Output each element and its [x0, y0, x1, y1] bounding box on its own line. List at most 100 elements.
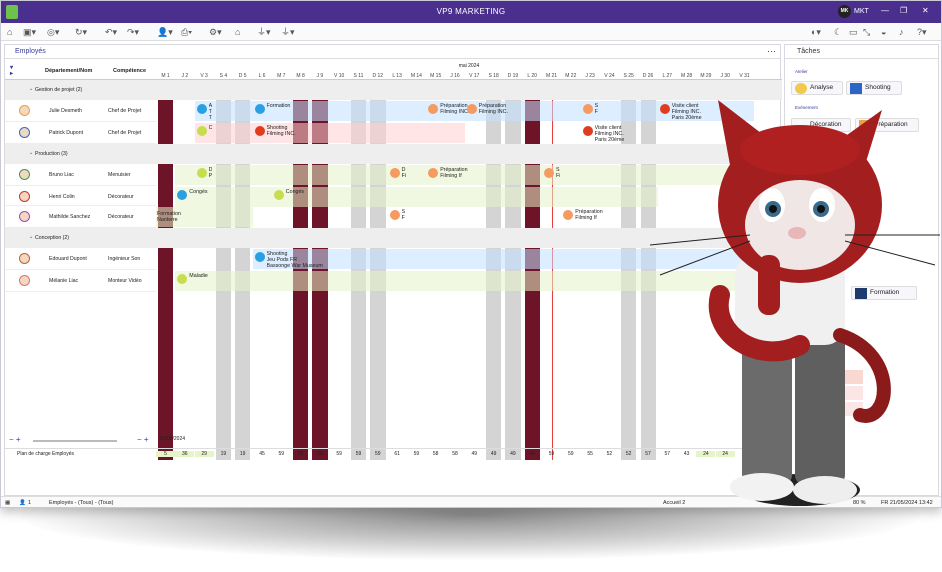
- charge-value: 58: [432, 451, 439, 457]
- filter2-icon[interactable]: ⏚▾: [281, 26, 295, 38]
- shrink-icon[interactable]: ⤡: [863, 26, 870, 38]
- print-icon[interactable]: ⎙▾: [181, 26, 192, 38]
- day-label: V 10: [334, 73, 345, 79]
- day-label: D 26: [642, 73, 654, 79]
- event-label[interactable]: Formation: [267, 103, 291, 109]
- dept-header[interactable]: Département/Nom: [45, 68, 92, 74]
- chart-icon[interactable]: ▦: [5, 497, 10, 507]
- event-bar[interactable]: [175, 187, 658, 207]
- event-label[interactable]: Préparation Filming If: [440, 167, 467, 179]
- event-label[interactable]: Congés: [286, 189, 304, 195]
- employee-row[interactable]: Julie Desmeth Chef de Projet: [5, 100, 156, 122]
- event-label[interactable]: S Fi: [556, 167, 560, 179]
- user-avatar[interactable]: MK: [838, 5, 851, 18]
- chevron-down-icon[interactable]: ⌄: [29, 234, 33, 240]
- undo-icon[interactable]: ↶▾: [105, 26, 117, 38]
- event-dot-icon: [582, 104, 593, 114]
- avatar-icon: [19, 169, 30, 180]
- zoom-controls2-icon[interactable]: − +: [137, 435, 149, 444]
- event-text: Bassonge War Museum: [266, 263, 323, 269]
- event-dot-icon: [389, 168, 400, 178]
- event-label[interactable]: SF: [595, 103, 599, 115]
- event-label[interactable]: Congés: [189, 189, 207, 195]
- event-text: F: [594, 109, 598, 115]
- bell-icon[interactable]: ♪: [899, 26, 904, 38]
- charge-value: 61: [394, 451, 400, 457]
- filter-icon[interactable]: ⏚▾: [257, 26, 271, 38]
- moon-icon[interactable]: ☾: [834, 26, 842, 38]
- event-text: P: [208, 173, 213, 179]
- task-analyse[interactable]: Analyse: [791, 81, 843, 95]
- h-scrollbar[interactable]: [33, 440, 117, 442]
- day-label: J 23: [585, 73, 595, 79]
- employee-row[interactable]: Patrick Dupont Chef de Projet: [5, 122, 156, 144]
- day-label: L 13: [392, 73, 402, 79]
- employee-row[interactable]: Mathilde Sanchez Décorateur: [5, 206, 156, 228]
- event-label[interactable]: SF: [402, 209, 406, 221]
- expand-icon[interactable]: ▸: [10, 70, 13, 77]
- employee-row[interactable]: Mélanie Liac Monteur Vidéo: [5, 270, 156, 292]
- restore-icon[interactable]: ❐: [900, 6, 907, 15]
- refresh-icon[interactable]: ↻▾: [75, 26, 87, 38]
- chevron-down-icon[interactable]: ⌄: [29, 150, 33, 156]
- avatar-icon: [19, 253, 30, 264]
- charge-value: 59: [375, 451, 381, 457]
- home-icon[interactable]: ⌂: [7, 26, 12, 38]
- window-icon[interactable]: ▭: [849, 26, 858, 38]
- charge-value: 49: [490, 451, 497, 457]
- event-label[interactable]: D Fi: [402, 167, 406, 179]
- task-shooting[interactable]: Shooting: [846, 81, 902, 95]
- day-column: [158, 80, 174, 460]
- event-bar[interactable]: [194, 123, 465, 143]
- event-label[interactable]: Préparation Filming INC.: [440, 103, 469, 115]
- task-label: Analyse: [810, 84, 834, 91]
- charge-value: 59: [568, 451, 574, 457]
- person-icon[interactable]: 👤▾: [157, 26, 173, 38]
- day-label: J 2: [181, 73, 189, 79]
- event-text: Maladie: [189, 273, 208, 279]
- avatar-icon: [19, 191, 30, 202]
- employee-row[interactable]: Bruno Liac Menuisier: [5, 164, 156, 186]
- day-label: S 11: [353, 73, 364, 79]
- user-name: MKT: [854, 8, 869, 15]
- event-label[interactable]: Shooting Filming INC.: [267, 125, 296, 137]
- event-label[interactable]: DP: [209, 167, 213, 179]
- redo-icon[interactable]: ↷▾: [127, 26, 139, 38]
- day-label: V 3: [200, 73, 208, 79]
- employee-row[interactable]: Edouard Dupont Ingénieur Son: [5, 248, 156, 270]
- charge-value: 5: [156, 451, 175, 457]
- day-label: S 18: [488, 73, 499, 79]
- event-label[interactable]: Visite client Filming INC. Paris 20ème: [595, 125, 625, 143]
- event-label[interactable]: C: [209, 125, 213, 131]
- charge-value: 52: [606, 451, 613, 457]
- settings-icon[interactable]: ⚙▾: [209, 26, 222, 38]
- section-atelier: Atelier: [795, 69, 808, 74]
- day-column: [524, 80, 540, 460]
- help-icon[interactable]: ?▾: [917, 26, 927, 38]
- more-icon[interactable]: ⋯: [767, 45, 776, 58]
- event-label[interactable]: ATT: [209, 103, 213, 121]
- event-dot-icon: [196, 168, 207, 178]
- event-label[interactable]: Formation Nanterre: [157, 211, 181, 223]
- new-icon[interactable]: ▣▾: [23, 26, 36, 38]
- employee-skill: Menuisier: [108, 172, 131, 178]
- event-text: F: [401, 215, 405, 221]
- flag-icon[interactable]: ◐▾: [811, 26, 821, 38]
- target-icon[interactable]: ◎▾: [47, 26, 59, 38]
- day-label: V 17: [469, 73, 480, 79]
- date-label: 01/05/2024: [160, 436, 186, 442]
- event-label[interactable]: Shooting Jeu Pods FR Bassonge War Museum: [267, 251, 323, 269]
- event-label[interactable]: Préparation Filming INC.: [479, 103, 508, 115]
- zoom-controls-icon[interactable]: − +: [9, 435, 21, 444]
- event-label[interactable]: Maladie: [189, 273, 208, 279]
- minimize-icon[interactable]: —: [881, 6, 889, 15]
- employee-row[interactable]: Henri Colin Décorateur: [5, 186, 156, 206]
- day-column: [486, 80, 502, 460]
- skill-header[interactable]: Compétence: [113, 68, 146, 74]
- headset-icon[interactable]: ◒: [881, 26, 886, 38]
- event-label[interactable]: Préparation Filming If: [575, 209, 602, 221]
- chevron-down-icon[interactable]: ⌄: [29, 86, 33, 92]
- building-icon[interactable]: ⌂: [235, 26, 240, 38]
- close-icon[interactable]: ✕: [922, 6, 929, 15]
- day-label: D 12: [372, 73, 384, 79]
